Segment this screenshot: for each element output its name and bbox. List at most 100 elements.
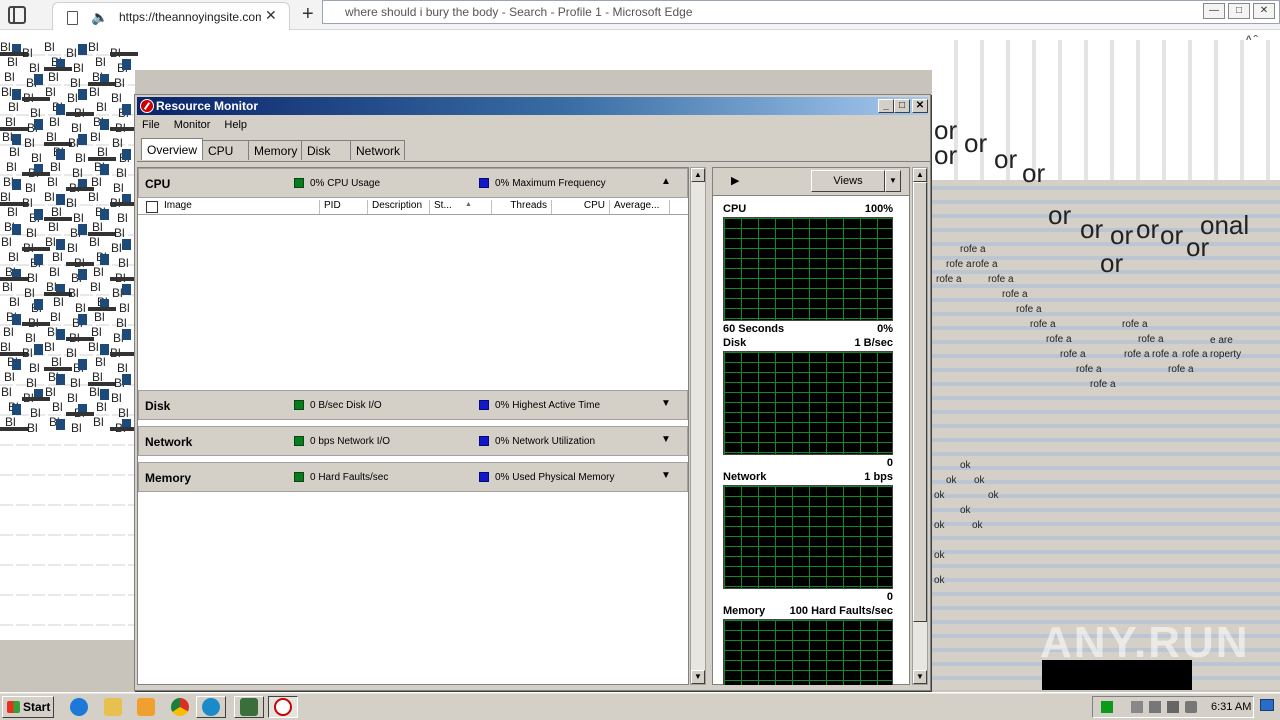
views-dropdown-icon[interactable]: ▼ <box>885 170 901 192</box>
rm-maximize-button[interactable]: □ <box>894 99 910 113</box>
glitch-text-fragment: ok <box>960 505 971 516</box>
resource-monitor-task-button[interactable] <box>268 696 298 718</box>
clock[interactable]: 6:31 AM <box>1211 701 1251 713</box>
select-all-checkbox[interactable] <box>146 201 158 213</box>
glitch-text-fragment: rofe a <box>1076 364 1102 375</box>
views-button[interactable]: Views <box>811 170 885 192</box>
network-status-icon[interactable] <box>1101 701 1113 713</box>
rm-titlebar[interactable]: Resource Monitor _ □ ✕ <box>137 97 928 115</box>
disk-graph-max: 1 B/sec <box>854 337 893 349</box>
show-desktop-icon[interactable] <box>1260 699 1274 711</box>
glitch-text-fragment: or <box>964 128 988 158</box>
glitch-text-fragment: Bl <box>27 421 38 435</box>
glitch-text-fragment: Bl <box>89 235 100 249</box>
menu-file[interactable]: File <box>142 119 160 131</box>
new-tab-button[interactable]: + <box>302 3 314 26</box>
glitch-text-fragment: or <box>1022 158 1046 188</box>
memory-graph <box>723 619 893 685</box>
internet-explorer-icon[interactable] <box>70 698 88 716</box>
edge-maximize-button[interactable]: □ <box>1228 3 1250 19</box>
hard-faults-legend <box>294 472 304 482</box>
rm-tabs: Overview CPU Memory Disk Network <box>141 138 406 160</box>
column-image[interactable]: Image <box>160 200 320 214</box>
glitch-text-fragment: Bl <box>1 85 12 99</box>
chrome-icon[interactable] <box>171 698 189 716</box>
graphs-scrollbar[interactable]: ▲ ▼ <box>912 167 928 685</box>
scroll-down-icon[interactable]: ▼ <box>913 670 927 684</box>
network-section-title: Network <box>145 435 193 449</box>
edge-close-button[interactable]: ✕ <box>1253 3 1275 19</box>
resource-monitor-window: Resource Monitor _ □ ✕ File Monitor Help… <box>134 94 931 691</box>
scroll-up-icon[interactable]: ▲ <box>691 168 705 182</box>
glitch-text-fragment: Bl <box>49 265 60 279</box>
glitch-block <box>56 149 65 160</box>
tab-network[interactable]: Network <box>350 140 406 160</box>
expand-icon[interactable]: ▼ <box>661 398 671 409</box>
glitch-text-fragment: rofe a <box>988 274 1014 285</box>
network-utilization-legend <box>479 436 489 446</box>
tab-actions-icon[interactable] <box>8 6 26 24</box>
edge-minimize-button[interactable]: — <box>1203 3 1225 19</box>
edge-window-title: where should i bury the body - Search - … <box>345 5 693 19</box>
column-average-cpu[interactable]: Average... <box>610 200 670 214</box>
task-manager-icon <box>240 698 258 716</box>
physical-memory-label: 0% Used Physical Memory <box>495 472 615 483</box>
tab-disk[interactable]: Disk <box>301 140 352 160</box>
physical-memory-legend <box>479 472 489 482</box>
disk-section-header[interactable]: Disk 0 B/sec Disk I/O 0% Highest Active … <box>138 390 688 420</box>
rm-minimize-button[interactable]: _ <box>878 99 894 113</box>
expand-graphs-icon[interactable]: ▶ <box>731 174 739 187</box>
glitch-text-fragment: Bl <box>88 190 99 204</box>
glitch-block <box>100 389 109 400</box>
glitch-text-fragment: Bl <box>67 241 78 255</box>
start-button[interactable]: Start <box>2 696 54 718</box>
media-player-icon[interactable] <box>137 698 155 716</box>
network-section-header[interactable]: Network 0 bps Network I/O 0% Network Uti… <box>138 426 688 456</box>
column-cpu[interactable]: CPU <box>552 200 610 214</box>
volume-icon[interactable] <box>1185 701 1197 713</box>
glitch-block <box>56 374 65 385</box>
glitch-text-fragment: Bl <box>50 310 61 324</box>
glitch-text-fragment: Bl <box>90 130 101 144</box>
glitch-bar <box>22 172 50 176</box>
edge-task-button[interactable] <box>196 696 226 718</box>
cpu-section-header[interactable]: CPU 0% CPU Usage 0% Maximum Frequency ▲ <box>138 168 688 198</box>
tab-cpu[interactable]: CPU <box>202 140 250 160</box>
graphs-pane: ▶ Views ▼ CPU 100% 60 Seconds 0% Disk 1 … <box>712 167 910 685</box>
scroll-down-icon[interactable]: ▼ <box>691 670 705 684</box>
memory-section-header[interactable]: Memory 0 Hard Faults/sec 0% Used Physica… <box>138 462 688 492</box>
tab-memory[interactable]: Memory <box>248 140 303 160</box>
glitch-text-fragment: rofe a <box>1124 349 1150 360</box>
scroll-up-icon[interactable]: ▲ <box>913 168 927 182</box>
cpu-frequency-label: 0% Maximum Frequency <box>495 178 606 189</box>
display-icon[interactable] <box>1149 701 1161 713</box>
glitch-block <box>34 119 43 130</box>
column-pid[interactable]: PID <box>320 200 368 214</box>
speaker-icon[interactable]: 🔈 <box>91 9 108 26</box>
collapse-icon[interactable]: ▲ <box>661 176 671 187</box>
glitch-text-fragment: Bl <box>9 295 20 309</box>
menu-monitor[interactable]: Monitor <box>174 119 211 131</box>
menu-help[interactable]: Help <box>224 119 247 131</box>
glitch-text-fragment: Bl <box>49 115 60 129</box>
task-manager-task-button[interactable] <box>234 696 264 718</box>
expand-icon[interactable]: ▼ <box>661 434 671 445</box>
glitch-text-fragment: Bl <box>30 106 41 120</box>
tab-overview[interactable]: Overview <box>141 138 204 160</box>
rm-close-button[interactable]: ✕ <box>912 99 928 113</box>
network-icon[interactable] <box>1167 701 1179 713</box>
glitch-text-fragment: Bl <box>68 286 79 300</box>
expand-icon[interactable]: ▼ <box>661 470 671 481</box>
action-center-flag-icon[interactable] <box>1131 701 1143 713</box>
glitch-text-fragment: Bl <box>116 166 127 180</box>
browser-tab[interactable]: 🔈 https://theannoyingsite.com ✕ <box>52 2 290 30</box>
scroll-thumb[interactable] <box>913 182 927 622</box>
glitch-text-fragment: Bl <box>44 190 55 204</box>
taskbar: Start 6:31 AM <box>0 692 1280 720</box>
column-description[interactable]: Description <box>368 200 430 214</box>
tab-close-icon[interactable]: ✕ <box>265 7 277 24</box>
column-threads[interactable]: Threads <box>492 200 552 214</box>
column-status[interactable]: St... <box>430 200 492 214</box>
overview-scrollbar[interactable]: ▲ ▼ <box>690 167 706 685</box>
file-explorer-icon[interactable] <box>104 698 122 716</box>
